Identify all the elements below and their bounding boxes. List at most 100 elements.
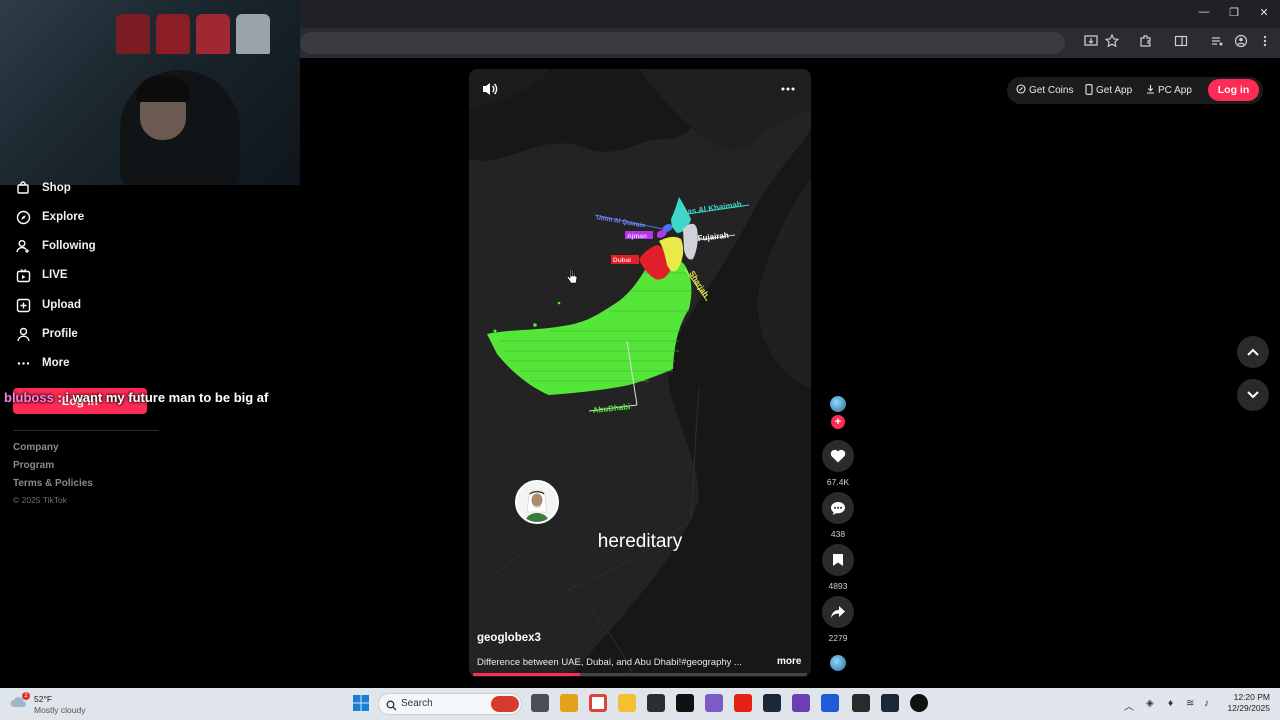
sidebar-item-label: LIVE — [42, 269, 68, 281]
sidebar-item-label: Upload — [42, 299, 81, 311]
pc-app-button[interactable]: PC App — [1146, 77, 1192, 104]
search-highlight-icon — [491, 696, 519, 712]
sidebar-divider — [13, 430, 159, 431]
footer-link-company[interactable]: Company — [13, 442, 59, 453]
video-author[interactable]: geoglobex3 — [477, 632, 541, 644]
like-action[interactable]: 67.4K — [822, 440, 854, 487]
coin-icon — [1016, 84, 1026, 97]
wifi-icon[interactable]: ≋ — [1186, 698, 1194, 709]
sidebar-item-label: Following — [42, 240, 96, 252]
phone-icon — [1085, 83, 1093, 98]
wall-jersey — [116, 14, 150, 54]
sidebar-item-more[interactable]: More — [14, 352, 69, 374]
obs-icon[interactable] — [910, 694, 928, 712]
close-window-button[interactable]: ✕ — [1254, 6, 1274, 19]
mouse-cursor-icon — [566, 268, 578, 284]
label-ajman: Ajman — [627, 233, 647, 240]
wall-jersey — [236, 14, 270, 54]
sidebar-item-explore[interactable]: Explore — [14, 206, 84, 228]
extensions-icon[interactable] — [1137, 34, 1155, 52]
game-controller-icon[interactable] — [705, 694, 723, 712]
bookmark-icon[interactable] — [822, 544, 854, 576]
heart-icon[interactable] — [822, 440, 854, 472]
epic-games-icon[interactable] — [676, 694, 694, 712]
wall-jersey — [156, 14, 190, 54]
weather-badge: 2 — [22, 692, 30, 700]
tray-chevron-icon[interactable]: ︿ — [1124, 698, 1134, 713]
chat-username: bluboss — [4, 390, 54, 405]
chevron-down-icon — [1247, 391, 1259, 399]
video-player[interactable]: Ras Al Khaimah Fujairah Umm Al Quwain Aj… — [469, 69, 811, 677]
webcam-overlay — [0, 0, 300, 185]
youtube-icon[interactable] — [734, 694, 752, 712]
sidebar-item-shop[interactable]: Shop — [14, 177, 71, 199]
address-bar[interactable] — [300, 32, 1065, 54]
file-explorer-icon[interactable] — [618, 694, 636, 712]
comment-action[interactable]: 438 — [822, 492, 854, 539]
bookmark-star-icon[interactable] — [1103, 33, 1121, 52]
get-coins-button[interactable]: Get Coins — [1016, 77, 1073, 104]
media-controls-icon[interactable] — [1208, 34, 1226, 52]
temperature: 52°F — [34, 694, 53, 704]
search-placeholder: Search — [401, 698, 433, 709]
video-progress-bar[interactable] — [473, 673, 807, 676]
app-dark-icon[interactable] — [852, 694, 870, 712]
chrome-icon[interactable] — [589, 694, 607, 712]
restore-button[interactable]: ❐ — [1224, 6, 1244, 19]
like-count: 67.4K — [826, 477, 850, 487]
windows-taskbar: 2 52°F Mostly cloudy Search ︿ ◈ ♦ ≋ ♪ 12… — [0, 688, 1280, 720]
creator-avatar[interactable] — [830, 396, 846, 412]
description-more-link[interactable]: more — [777, 656, 801, 667]
get-app-button[interactable]: Get App — [1085, 77, 1132, 104]
tray-mic-icon[interactable]: ♦ — [1168, 698, 1173, 709]
sidebar-item-profile[interactable]: Profile — [14, 323, 78, 345]
steam-icon[interactable] — [763, 694, 781, 712]
tray-app-icon[interactable]: ◈ — [1146, 698, 1154, 709]
taskbar-search[interactable]: Search — [378, 693, 522, 715]
app-purple-icon[interactable] — [792, 694, 810, 712]
get-app-label: Get App — [1096, 85, 1133, 96]
video-progress-fill — [473, 673, 580, 676]
volume-icon[interactable] — [481, 81, 503, 99]
chevron-up-icon — [1247, 348, 1259, 356]
sidebar-item-following[interactable]: Following — [14, 235, 96, 257]
steam-2-icon[interactable] — [881, 694, 899, 712]
sidepanel-icon[interactable] — [1172, 34, 1190, 52]
sheikh-avatar — [515, 480, 559, 524]
clock-date: 12/29/2025 — [1227, 703, 1270, 713]
account-icon[interactable] — [1232, 34, 1250, 52]
footer-link-program[interactable]: Program — [13, 460, 54, 471]
stream-chat-message: bluboss : i want my future man to be big… — [4, 390, 268, 405]
sidebar-item-upload[interactable]: Upload — [14, 294, 81, 316]
sidebar-item-label: Profile — [42, 328, 78, 340]
comment-icon[interactable] — [822, 492, 854, 524]
volume-tray-icon[interactable]: ♪ — [1204, 698, 1209, 709]
sidebar-item-live[interactable]: LIVE — [14, 264, 68, 286]
windows-start-icon[interactable] — [352, 694, 370, 712]
next-video-button[interactable] — [1237, 379, 1269, 411]
minimize-button[interactable]: — — [1194, 6, 1214, 18]
video-options-icon[interactable] — [779, 81, 801, 99]
wall-jersey — [196, 14, 230, 54]
footer-link-terms[interactable]: Terms & Policies — [13, 478, 93, 489]
app-blue-icon[interactable] — [821, 694, 839, 712]
install-app-icon[interactable] — [1082, 34, 1100, 52]
header-login-button[interactable]: Log in — [1208, 79, 1259, 101]
save-action[interactable]: 4893 — [822, 544, 854, 591]
nvidia-icon[interactable] — [647, 694, 665, 712]
share-action[interactable]: 2279 — [822, 596, 854, 643]
taskbar-clock[interactable]: 12:20 PM 12/29/2025 — [1224, 692, 1270, 714]
video-description: Difference between UAE, Dubai, and Abu D… — [477, 657, 742, 668]
get-coins-label: Get Coins — [1029, 85, 1074, 96]
music-disc-icon[interactable] — [830, 655, 846, 671]
browser-menu-icon[interactable] — [1256, 34, 1274, 52]
user-icon — [14, 237, 32, 255]
share-arrow-icon[interactable] — [822, 596, 854, 628]
task-view-icon[interactable] — [531, 694, 549, 712]
follow-button[interactable]: + — [831, 415, 845, 429]
previous-video-button[interactable] — [1237, 336, 1269, 368]
save-count: 4893 — [828, 581, 848, 591]
compass-icon — [14, 208, 32, 226]
share-count: 2279 — [828, 633, 848, 643]
app-r-icon[interactable] — [560, 694, 578, 712]
